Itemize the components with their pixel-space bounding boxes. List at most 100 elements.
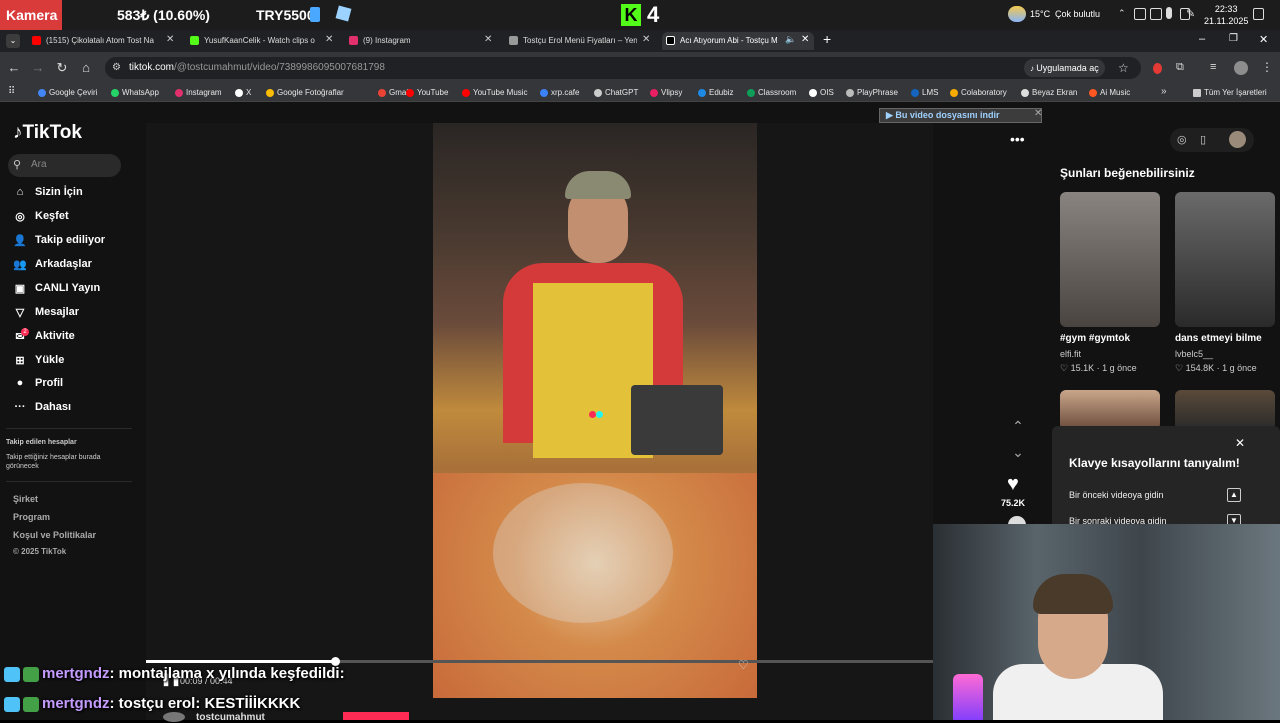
- menu-icon[interactable]: ⋮: [1261, 60, 1273, 74]
- reload-icon[interactable]: ↻: [54, 60, 70, 76]
- tab-kick[interactable]: YusufKaanCelik - Watch clips o: [186, 32, 318, 50]
- bookmark-item[interactable]: X: [235, 86, 251, 100]
- chevron-up-icon[interactable]: ⌃: [1118, 8, 1126, 19]
- close-icon[interactable]: ✕: [1034, 108, 1042, 119]
- suggestion-thumb[interactable]: [1060, 192, 1160, 327]
- bookmark-item[interactable]: OIS: [809, 86, 834, 100]
- speaker-icon[interactable]: 🔈: [785, 34, 796, 45]
- coin-icon[interactable]: ◎: [1177, 133, 1187, 146]
- bookmark-item[interactable]: Edubiz: [698, 86, 733, 100]
- restore-icon[interactable]: ❐: [1229, 33, 1238, 44]
- tab-menu[interactable]: Tostçu Erol Menü Fiyatları – Yen: [505, 32, 637, 50]
- search-input[interactable]: [8, 154, 121, 177]
- like-heart-icon[interactable]: ♥: [1007, 473, 1019, 496]
- download-banner[interactable]: ▶ Bu video dosyasını indir: [879, 108, 1042, 123]
- url-text[interactable]: tiktok.com/@tostcumahmut/video/738998609…: [129, 62, 385, 73]
- author-name[interactable]: tostcumahmut: [196, 712, 265, 723]
- phone-icon[interactable]: ▯: [1200, 133, 1206, 146]
- nav-item[interactable]: ◎ Keşfet: [13, 210, 68, 223]
- bookmark-item[interactable]: LMS: [911, 86, 938, 100]
- window-close-icon[interactable]: ✕: [1259, 33, 1268, 46]
- tab-youtube[interactable]: (1515) Çikolatalı Atom Tost Na: [28, 32, 162, 50]
- tab-instagram[interactable]: (9) Instagram: [345, 32, 479, 50]
- bookmark-item[interactable]: Classroom: [747, 86, 796, 100]
- bookmarks-more-icon[interactable]: »: [1161, 86, 1167, 97]
- nav-item[interactable]: ⊞ Yükle: [13, 354, 65, 367]
- close-icon[interactable]: ✕: [325, 34, 333, 45]
- display-icon[interactable]: [1150, 8, 1162, 20]
- suggestion-thumb[interactable]: [1060, 390, 1160, 430]
- nav-item[interactable]: ● Profil: [13, 377, 63, 389]
- bookmark-item[interactable]: Google Fotoğraflar: [266, 86, 344, 100]
- apps-icon[interactable]: ⠿: [8, 86, 15, 97]
- heart-outline-icon[interactable]: ♡: [738, 658, 749, 672]
- chevron-down-icon[interactable]: ⌄: [1008, 444, 1028, 461]
- footer-program[interactable]: Program: [13, 512, 50, 522]
- bookmark-item[interactable]: YouTube Music: [462, 86, 528, 100]
- nav-label: Yükle: [35, 354, 65, 366]
- network-icon[interactable]: [1134, 8, 1146, 20]
- site-info-icon[interactable]: ⚙: [112, 62, 121, 73]
- notification-icon[interactable]: [1253, 8, 1264, 20]
- close-icon[interactable]: ✕: [484, 34, 492, 45]
- close-icon[interactable]: ✕: [801, 34, 809, 45]
- weather-icon[interactable]: [1008, 6, 1026, 22]
- bookmark-item[interactable]: WhatsApp: [111, 86, 159, 100]
- media-icon[interactable]: ≡: [1210, 61, 1216, 73]
- follow-button[interactable]: [343, 712, 409, 720]
- user-avatar[interactable]: [1229, 131, 1246, 148]
- nav-item[interactable]: ▽ Mesajlar: [13, 306, 80, 319]
- suggestion-thumb[interactable]: [1175, 192, 1275, 327]
- star-icon[interactable]: ☆: [1118, 61, 1129, 75]
- tab-list-icon[interactable]: ⌄: [6, 34, 20, 48]
- bookmark-item[interactable]: Ai Music: [1089, 86, 1130, 100]
- bookmark-item[interactable]: PlayPhrase: [846, 86, 898, 100]
- bookmark-item[interactable]: Beyaz Ekran: [1021, 86, 1077, 100]
- kick-logo-icon[interactable]: K: [621, 4, 641, 26]
- all-bookmarks[interactable]: Tüm Yer İşaretleri: [1193, 86, 1267, 100]
- chat-badge-icon: [4, 696, 20, 712]
- nav-item[interactable]: 👤 Takip ediliyor: [13, 234, 105, 247]
- nav-item[interactable]: ··· Dahası: [13, 401, 72, 413]
- more-options-icon[interactable]: •••: [1010, 131, 1025, 147]
- chevron-up-icon[interactable]: ⌃: [1008, 418, 1028, 435]
- tiktok-logo[interactable]: ♪TikTok: [13, 122, 82, 144]
- pen-icon[interactable]: ✎: [1186, 7, 1195, 20]
- footer-terms[interactable]: Koşul ve Politikalar: [13, 530, 96, 540]
- suggestion-stats: ♡ 15.1K · 1 g önce: [1060, 363, 1137, 373]
- nav-item[interactable]: ▣ CANLI Yayın: [13, 282, 100, 295]
- nav-label: Mesajlar: [35, 306, 80, 318]
- close-icon[interactable]: ✕: [642, 34, 650, 45]
- bookmark-item[interactable]: xrp.cafe: [540, 86, 579, 100]
- bookmark-item[interactable]: Colaboratory: [950, 86, 1007, 100]
- new-tab-icon[interactable]: +: [823, 31, 831, 47]
- nav-item[interactable]: ⌂ Sizin İçin: [13, 186, 83, 198]
- bookmark-item[interactable]: YouTube: [406, 86, 448, 100]
- bookmark-item[interactable]: Vlipsy: [650, 86, 682, 100]
- youtube-icon: [32, 36, 41, 46]
- bookmark-item[interactable]: Instagram: [175, 86, 222, 100]
- profile-avatar[interactable]: [1234, 61, 1248, 75]
- tab-label: Acı Atıyorum Abi - Tostçu M: [680, 36, 778, 45]
- footer-company[interactable]: Şirket: [13, 494, 38, 504]
- author-avatar[interactable]: [163, 712, 185, 722]
- close-icon[interactable]: ✕: [1235, 436, 1245, 450]
- suggestion-user[interactable]: elfi.fit: [1060, 349, 1081, 359]
- suggestion-title[interactable]: dans etmeyi bilme: [1175, 333, 1262, 344]
- back-icon[interactable]: ←: [6, 60, 22, 75]
- nav-item[interactable]: 👥 Arkadaşlar: [13, 258, 92, 271]
- extension-red-icon[interactable]: [1153, 63, 1162, 74]
- close-icon[interactable]: ✕: [166, 34, 174, 45]
- bookmark-item[interactable]: Google Çeviri: [38, 86, 97, 100]
- bookmark-item[interactable]: ChatGPT: [594, 86, 638, 100]
- forward-icon[interactable]: →: [30, 60, 46, 75]
- clock[interactable]: 22:33 21.11.2025: [1204, 3, 1248, 27]
- extensions-icon[interactable]: ⧉: [1176, 61, 1184, 74]
- home-icon[interactable]: ⌂: [78, 60, 94, 75]
- mic-icon[interactable]: [1166, 7, 1172, 19]
- suggestion-user[interactable]: lvbelc5__: [1175, 349, 1213, 359]
- suggestion-title[interactable]: #gym #gymtok: [1060, 333, 1130, 344]
- minimize-icon[interactable]: –: [1199, 33, 1205, 45]
- open-in-app-button[interactable]: ♪ Uygulamada aç: [1024, 59, 1105, 77]
- suggestion-thumb[interactable]: [1175, 390, 1275, 430]
